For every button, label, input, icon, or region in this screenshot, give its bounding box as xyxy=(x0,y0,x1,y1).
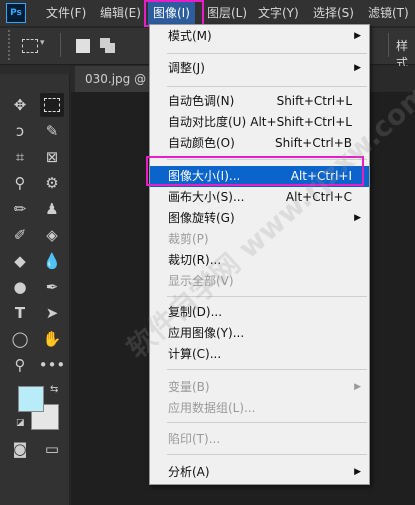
image-menu-item[interactable]: 分析(A) ▶ xyxy=(150,462,369,483)
dodge-tool-icon[interactable]: ● xyxy=(8,275,32,299)
add-selection-icon[interactable] xyxy=(100,38,116,54)
menu-separator xyxy=(167,53,367,54)
menu-separator xyxy=(167,422,367,423)
clone-stamp-tool-icon[interactable]: ♟ xyxy=(40,197,64,221)
divider xyxy=(388,33,389,57)
type-tool-icon[interactable]: T xyxy=(8,301,32,325)
path-selection-tool-icon[interactable]: ➤ xyxy=(40,301,64,325)
eraser-tool-icon[interactable]: ◈ xyxy=(40,223,64,247)
new-selection-icon[interactable] xyxy=(76,39,90,53)
menu-item-label: 裁剪(P) xyxy=(168,232,209,246)
default-colors-icon[interactable]: ◪ xyxy=(16,418,25,428)
quick-mask-icon[interactable]: ◙ xyxy=(8,437,32,461)
eyedropper-tool-icon[interactable]: ⚲ xyxy=(8,171,32,195)
menu-file[interactable]: 文件(F) xyxy=(46,0,86,26)
image-menu-item[interactable]: 自动色调(N) Shift+Ctrl+L xyxy=(150,91,369,112)
submenu-arrow-icon: ▶ xyxy=(354,213,361,223)
menu-item-label: 分析(A) xyxy=(168,465,210,479)
submenu-arrow-icon: ▶ xyxy=(354,467,361,477)
menu-separator xyxy=(167,454,367,455)
submenu-arrow-icon: ▶ xyxy=(354,31,361,41)
photoshop-logo[interactable]: Ps xyxy=(6,3,26,23)
chevron-down-icon[interactable]: ▾ xyxy=(40,38,45,48)
zoom-tool-icon[interactable]: ⚲ xyxy=(8,353,32,377)
brush-tool-icon[interactable]: ✏ xyxy=(8,197,32,221)
image-menu-item[interactable]: 调整(J) ▶ xyxy=(150,58,369,79)
menu-item-label: 模式(M) xyxy=(168,29,212,43)
paint-bucket-tool-icon[interactable]: ◆ xyxy=(8,249,32,273)
hand-tool-icon[interactable]: ✋ xyxy=(40,327,64,351)
menu-item-shortcut: Alt+Shift+Ctrl+L xyxy=(250,115,352,129)
menu-filter[interactable]: 滤镜(T) xyxy=(368,0,409,26)
menu-item-label: 陷印(T)... xyxy=(168,432,221,446)
screen-mode-icon[interactable]: ▭ xyxy=(40,437,64,461)
history-brush-tool-icon[interactable]: ✐ xyxy=(8,223,32,247)
document-tab[interactable]: 030.jpg @ xyxy=(75,66,153,92)
menu-item-label: 变量(B) xyxy=(168,380,210,394)
menu-item-label: 自动对比度(U) xyxy=(168,115,247,129)
patch-tool-icon[interactable]: ⚙ xyxy=(40,171,64,195)
menu-item-label: 调整(J) xyxy=(168,61,205,75)
menu-separator xyxy=(167,86,367,87)
menu-edit[interactable]: 编辑(E) xyxy=(100,0,141,26)
menu-layer[interactable]: 图层(L) xyxy=(207,0,247,26)
menu-type[interactable]: 文字(Y) xyxy=(258,0,299,26)
menu-separator xyxy=(167,369,367,370)
swap-colors-icon[interactable]: ⇆ xyxy=(50,384,58,395)
foreground-color-swatch[interactable] xyxy=(18,386,44,412)
menu-item-label: 计算(C)... xyxy=(168,347,222,361)
marquee-preset-icon[interactable] xyxy=(22,39,38,53)
image-menu-highlight-box xyxy=(144,0,204,27)
image-menu-item[interactable]: 自动对比度(U) Alt+Shift+Ctrl+L xyxy=(150,112,369,133)
image-menu-item[interactable]: 计算(C)... xyxy=(150,344,369,365)
more-tools-icon[interactable]: ••• xyxy=(39,353,66,377)
submenu-arrow-icon: ▶ xyxy=(354,63,361,73)
move-tool-icon[interactable]: ✥ xyxy=(8,93,32,117)
divider xyxy=(60,33,61,57)
pen-tool-icon[interactable]: ✒ xyxy=(40,275,64,299)
lasso-tool-icon[interactable]: ↄ xyxy=(8,119,32,143)
menu-item-label: 自动色调(N) xyxy=(168,94,235,108)
crop-tool-icon[interactable]: ⌗ xyxy=(8,145,32,169)
menu-select[interactable]: 选择(S) xyxy=(313,0,354,26)
menu-item-label: 画布大小(S)... xyxy=(168,190,245,204)
image-menu-item: 陷印(T)... xyxy=(150,429,369,450)
menu-item-label: 图像旋转(G) xyxy=(168,211,235,225)
frame-tool-icon[interactable]: ⊠ xyxy=(40,145,64,169)
image-menu-item: 应用数据组(L)... xyxy=(150,398,369,419)
ellipse-tool-icon[interactable]: ◯ xyxy=(8,327,32,351)
submenu-arrow-icon: ▶ xyxy=(354,382,361,392)
image-menu-item[interactable]: 模式(M) ▶ xyxy=(150,26,369,47)
quick-selection-tool-icon[interactable]: ✎ xyxy=(40,119,64,143)
rectangular-marquee-tool-icon[interactable] xyxy=(40,93,64,117)
menu-item-label: 应用数据组(L)... xyxy=(168,401,256,415)
menu-item-shortcut: Shift+Ctrl+L xyxy=(276,94,352,108)
blur-tool-icon[interactable]: 💧 xyxy=(40,249,64,273)
options-grip xyxy=(8,30,18,60)
tools-panel-header xyxy=(0,66,70,74)
image-menu-item: 变量(B) ▶ xyxy=(150,377,369,398)
menu-item-label: 自动颜色(O) xyxy=(168,136,235,150)
